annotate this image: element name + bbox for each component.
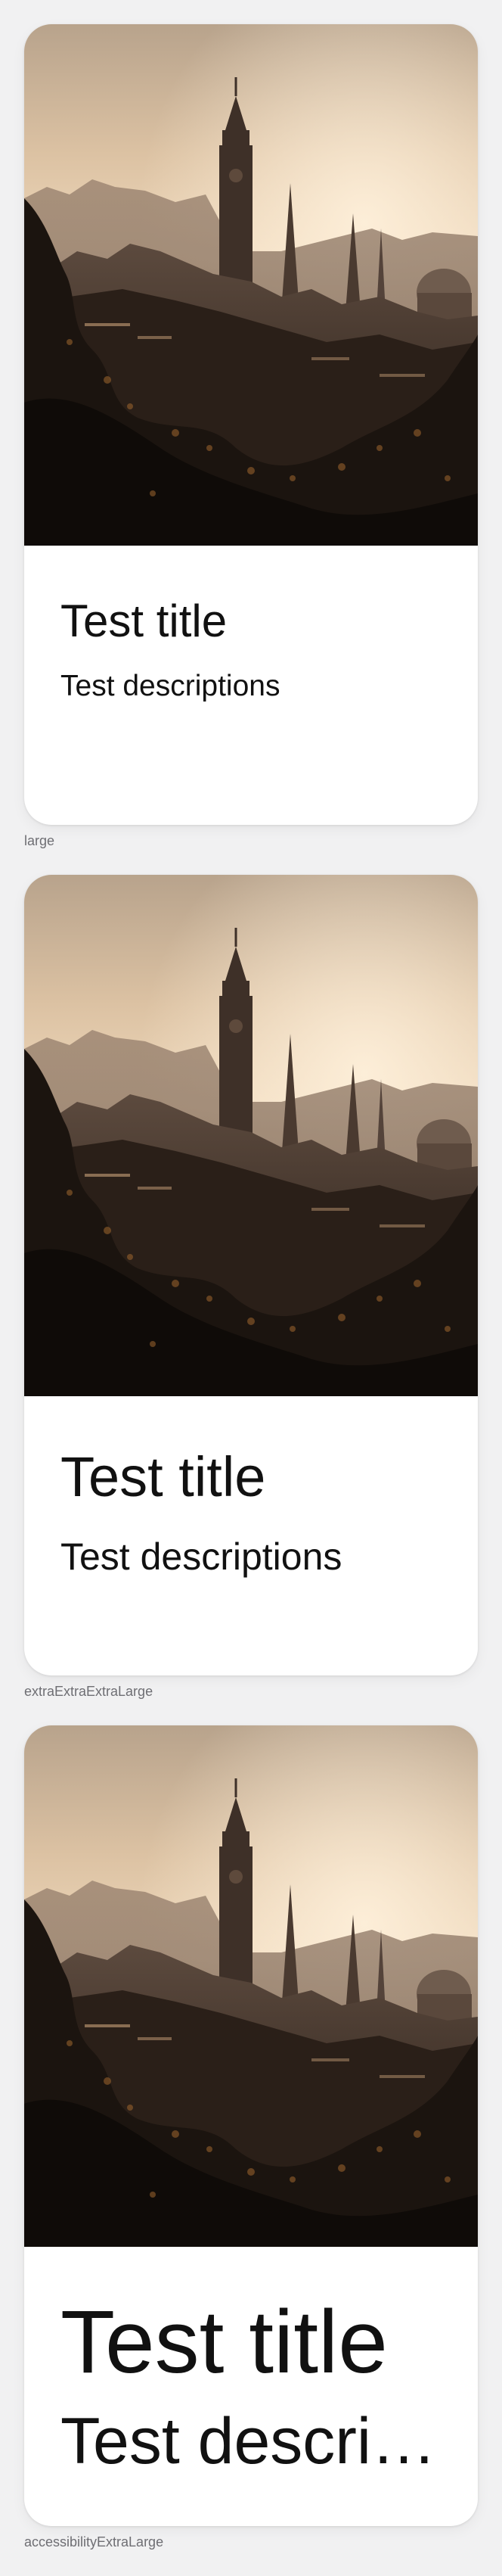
size-caption: extraExtraExtraLarge	[24, 1684, 153, 1699]
preview-card-xxxl[interactable]: Test title Test descriptions	[24, 875, 478, 1675]
city-photo	[24, 875, 478, 1396]
card-description: Test descriptions	[60, 670, 280, 702]
preview-card-accessibility-xl[interactable]: Test title Test descriptions	[24, 1725, 478, 2526]
card-description: Test descriptions	[60, 2405, 449, 2478]
city-photo	[24, 1725, 478, 2247]
size-caption: accessibilityExtraLarge	[24, 2534, 164, 2550]
preview-card-large[interactable]: Test title Test descriptions	[24, 24, 478, 825]
size-caption: large	[24, 833, 55, 848]
card-description: Test descriptions	[60, 1535, 342, 1578]
card-title: Test title	[60, 2292, 388, 2392]
card-title: Test title	[60, 596, 228, 646]
city-photo	[24, 24, 478, 546]
card-title: Test title	[60, 1445, 266, 1508]
